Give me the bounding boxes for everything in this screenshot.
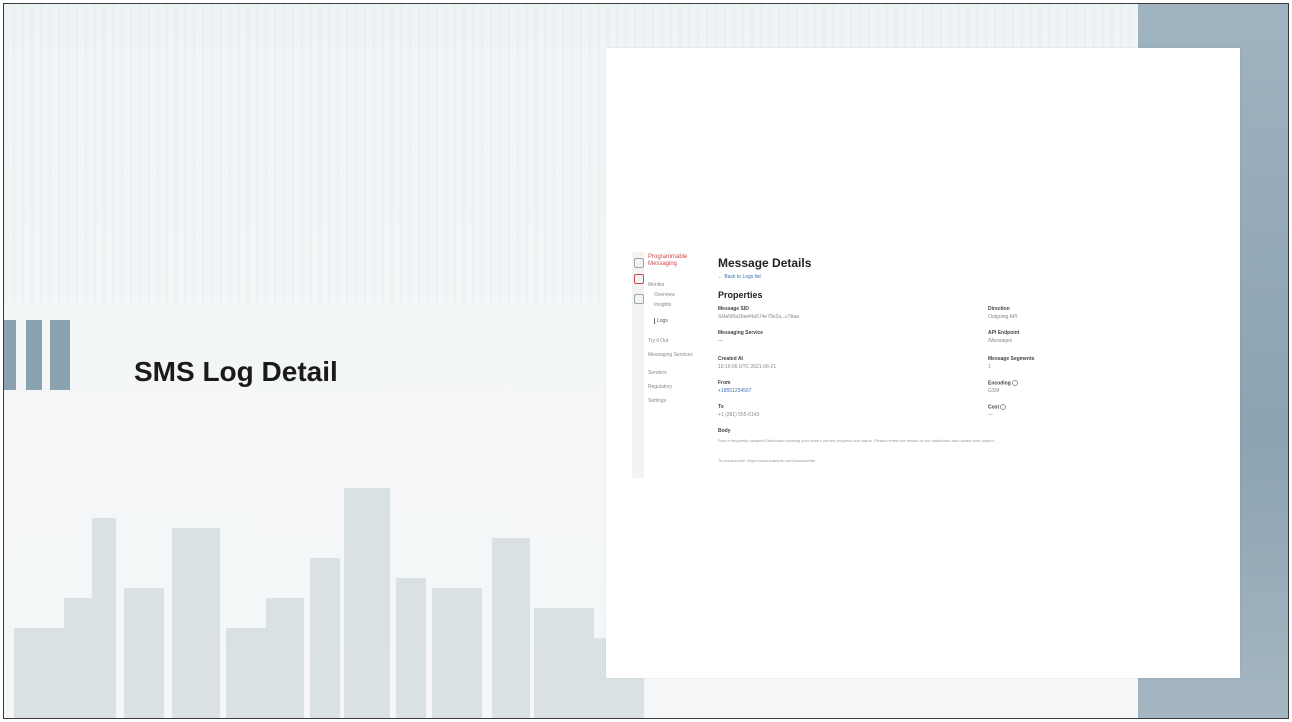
created-at-label: Created At [718, 356, 744, 362]
sidebar-item-settings[interactable]: Settings [648, 398, 666, 404]
encoding-label-text: Encoding [988, 380, 1011, 387]
accent-bars [4, 320, 74, 390]
direction-label: Direction [988, 306, 1010, 312]
messaging-service-value: — [718, 338, 723, 344]
info-icon[interactable] [1000, 404, 1007, 410]
created-at-value: 19:16:06 UTC 2021-06-21 [718, 364, 777, 370]
more-icon[interactable] [634, 294, 644, 304]
body-text-line: Sent a frequently updated Dashboard show… [718, 438, 997, 443]
messaging-app: Programmable Messaging Monitor Overview … [632, 252, 1232, 478]
message-sid-value: SMa5f0a2beef4a574e79e2a...c7baa [718, 314, 799, 320]
main-content: Message Details ← Back to Logs list Prop… [718, 252, 1232, 478]
cost-label: Cost [988, 404, 1007, 411]
sidebar-brand[interactable]: Programmable Messaging [648, 254, 708, 268]
icon-rail [632, 252, 644, 478]
api-endpoint-value: /Messages [988, 338, 1013, 344]
embedded-screenshot: Programmable Messaging Monitor Overview … [606, 48, 1240, 678]
sidebar-item-insights[interactable]: Insights [654, 302, 671, 308]
sidebar-item-overview[interactable]: Overview [654, 292, 675, 298]
to-value: +1 (281) 555-0143 [718, 412, 760, 418]
accent-bar [4, 320, 16, 390]
api-endpoint-label: API Endpoint [988, 330, 1020, 336]
info-icon[interactable] [1011, 380, 1018, 386]
sidebar-item-messaging-services[interactable]: Messaging Services [648, 352, 693, 358]
sidebar-section-monitor[interactable]: Monitor [648, 282, 665, 288]
city-skyline-image [14, 488, 644, 718]
message-sid-label: Message SID [718, 306, 749, 312]
messaging-service-label: Messaging Service [718, 330, 764, 336]
from-label: From [718, 380, 731, 386]
from-value-link[interactable]: +18551234567 [718, 388, 752, 394]
sidebar: Programmable Messaging Monitor Overview … [646, 252, 716, 478]
encoding-label: Encoding [988, 380, 1018, 386]
home-icon[interactable] [634, 258, 644, 268]
sidebar-item-try-it-out[interactable]: Try it Out [648, 338, 668, 344]
direction-value: Outgoing API [988, 314, 1018, 320]
message-segments-value: 1 [988, 364, 991, 370]
properties-heading: Properties [718, 290, 763, 300]
body-label: Body [718, 428, 731, 434]
slide-title: SMS Log Detail [134, 356, 338, 387]
sidebar-item-regulatory[interactable]: Regulatory [648, 384, 672, 390]
cost-value: — [988, 412, 993, 418]
accent-bar [26, 320, 42, 390]
cost-label-text: Cost [988, 404, 1000, 411]
page-title: Message Details [718, 256, 812, 270]
body-unsubscribe-line: To unsubscribe: https://www.example.com/… [718, 458, 816, 463]
to-label: To [718, 404, 724, 410]
encoding-value: GSM [988, 388, 1000, 394]
message-segments-label: Message Segments [988, 356, 1035, 362]
messaging-icon[interactable] [634, 274, 644, 284]
sidebar-item-senders[interactable]: Senders [648, 370, 667, 376]
accent-bar [50, 320, 70, 390]
back-to-logs-link[interactable]: ← Back to Logs list [718, 274, 761, 280]
slide: SMS Log Detail Programmable Messaging Mo… [3, 3, 1289, 719]
sidebar-item-logs[interactable]: Logs [654, 318, 668, 324]
